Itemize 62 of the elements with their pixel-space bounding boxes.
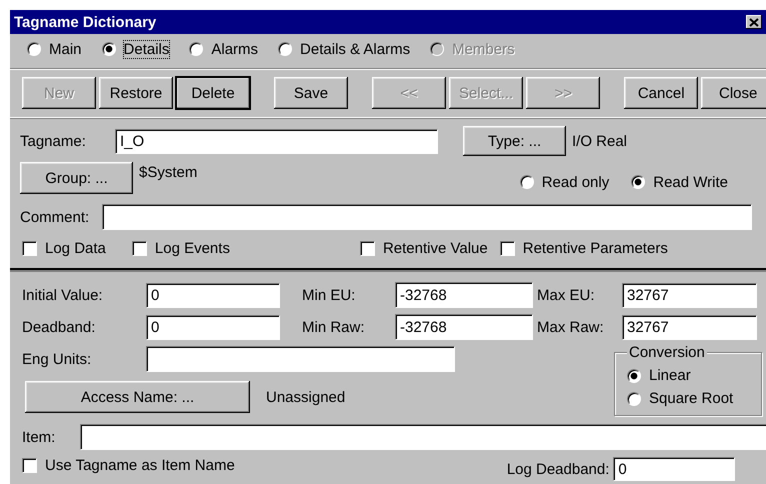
- comment-field[interactable]: [102, 204, 752, 230]
- field-label: Item:: [22, 428, 56, 446]
- close-icon[interactable]: [746, 15, 762, 29]
- value-field[interactable]: 32767: [622, 282, 757, 308]
- radio-button[interactable]: [189, 42, 204, 56]
- field-label: Min EU:: [302, 286, 356, 304]
- field-label: Max EU:: [537, 286, 596, 304]
- item-field[interactable]: [80, 424, 766, 450]
- checkbox[interactable]: [132, 241, 147, 256]
- checkbox-label: Retentive Parameters: [522, 240, 668, 257]
- window-title: Tagname Dictionary: [14, 14, 156, 30]
- view-option: Main: [49, 40, 82, 58]
- toolbar-button[interactable]: Save: [274, 77, 348, 109]
- field-label: Deadband:: [22, 318, 96, 336]
- toolbar-button[interactable]: Restore: [99, 77, 173, 109]
- type-value: I/O Real: [572, 132, 628, 150]
- radio-button[interactable]: [520, 175, 534, 189]
- field-label: Initial Value:: [22, 286, 104, 304]
- type-button[interactable]: Type: ...: [463, 126, 566, 156]
- value-field[interactable]: 0: [146, 314, 280, 340]
- field-label: Log Deadband:: [506, 461, 610, 478]
- view-option: Members: [452, 40, 515, 58]
- radio-button[interactable]: [278, 42, 292, 56]
- radio-button[interactable]: [631, 175, 646, 189]
- checkbox[interactable]: [22, 458, 37, 473]
- toolbar-button[interactable]: Delete: [176, 77, 250, 109]
- value-field[interactable]: -32768: [395, 314, 533, 340]
- view-option: Details & Alarms: [300, 40, 410, 58]
- value-field[interactable]: 0: [146, 282, 280, 308]
- view-option: Details: [124, 40, 170, 58]
- value-field[interactable]: -32768: [395, 282, 533, 308]
- field-label: Max Raw:: [537, 318, 605, 336]
- field-label: Min Raw:: [302, 318, 366, 336]
- conversion-option: Linear: [649, 367, 691, 384]
- access-option: Read Write: [653, 174, 728, 190]
- tagname-field[interactable]: I_O: [115, 128, 438, 154]
- group-value: $System: [139, 164, 198, 181]
- conversion-option: Square Root: [649, 390, 734, 407]
- radio-button[interactable]: [627, 368, 641, 382]
- checkbox[interactable]: [500, 241, 515, 256]
- radio-button[interactable]: [27, 42, 41, 56]
- radio-button[interactable]: [627, 392, 641, 406]
- checkbox-label: Use Tagname as Item Name: [45, 457, 235, 474]
- log-deadband-field[interactable]: 0: [613, 457, 736, 481]
- access-option: Read only: [542, 174, 610, 190]
- field-label: Comment:: [20, 208, 90, 226]
- checkbox[interactable]: [22, 241, 37, 256]
- field-label: Eng Units:: [22, 350, 92, 368]
- checkbox-label: Log Events: [154, 240, 230, 257]
- checkbox-label: Retentive Value: [382, 240, 488, 257]
- toolbar-button[interactable]: Cancel: [624, 77, 698, 109]
- field-label: Tagname:: [20, 132, 87, 150]
- eng-units-field[interactable]: [146, 346, 455, 372]
- checkbox-label: Log Data: [45, 240, 106, 257]
- group-button[interactable]: Group: ...: [20, 162, 133, 194]
- access-name-value: Unassigned: [266, 388, 346, 406]
- access-name-button[interactable]: Access Name: ...: [25, 381, 250, 413]
- value-field[interactable]: 32767: [622, 314, 757, 340]
- toolbar-button[interactable]: Close: [701, 77, 766, 109]
- radio-button[interactable]: [102, 42, 116, 56]
- checkbox[interactable]: [360, 241, 375, 256]
- view-option: Alarms: [211, 40, 258, 58]
